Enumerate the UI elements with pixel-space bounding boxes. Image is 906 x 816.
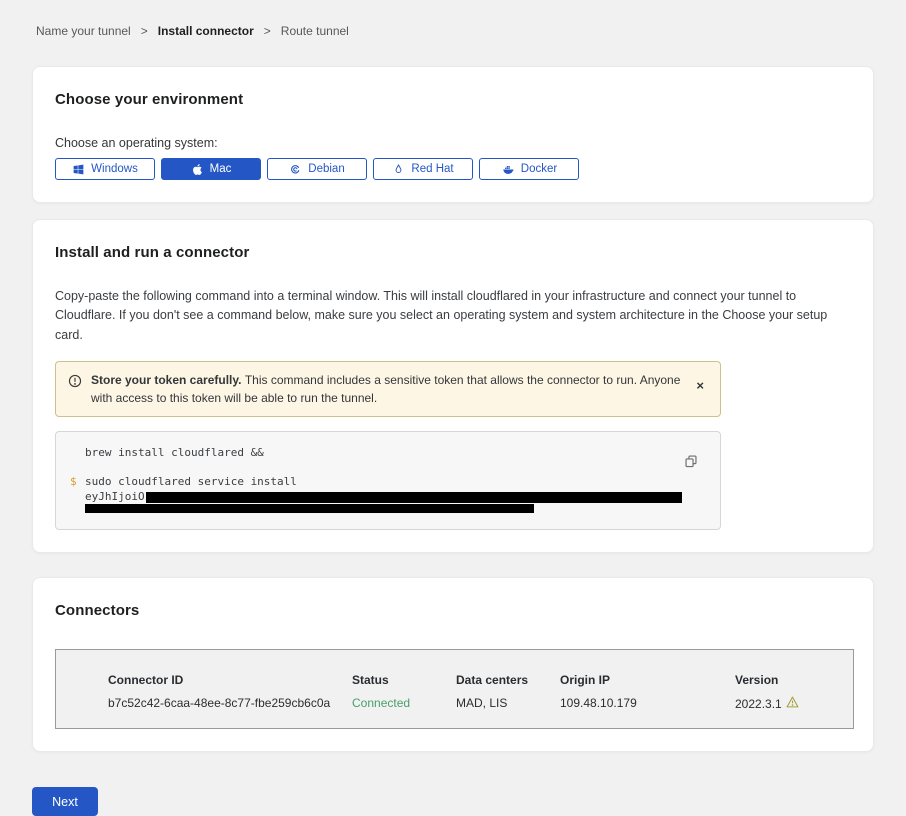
breadcrumb-step-install-connector[interactable]: Install connector bbox=[158, 24, 254, 38]
install-card-description: Copy-paste the following command into a … bbox=[55, 287, 851, 345]
os-button-group: Windows Mac Debian Red Hat Docker bbox=[55, 158, 851, 180]
os-button-label: Mac bbox=[210, 163, 232, 175]
token-redaction-bar bbox=[146, 492, 682, 503]
version-text: 2022.3.1 bbox=[735, 697, 782, 711]
status-badge: Connected bbox=[352, 696, 456, 711]
header-data-centers: Data centers bbox=[456, 673, 560, 687]
terminal-line-2: $ sudo cloudflared service install bbox=[70, 475, 704, 488]
cell-origin-ip: 109.48.10.179 bbox=[560, 696, 735, 711]
debian-icon bbox=[289, 163, 302, 176]
warning-triangle-icon bbox=[786, 696, 799, 711]
os-button-label: Docker bbox=[521, 163, 557, 175]
token-text: eyJhIjoiO bbox=[85, 490, 682, 503]
connectors-card: Connectors Connector ID Status Data cent… bbox=[32, 577, 874, 752]
breadcrumb-step-name-your-tunnel[interactable]: Name your tunnel bbox=[36, 24, 131, 38]
command-text: sudo cloudflared service install bbox=[85, 475, 297, 488]
redhat-icon bbox=[392, 163, 405, 176]
terminal-line-3: eyJhIjoiO bbox=[70, 490, 704, 503]
next-button[interactable]: Next bbox=[32, 787, 98, 816]
windows-icon bbox=[72, 163, 85, 176]
breadcrumb-separator: > bbox=[141, 24, 148, 38]
cell-version: 2022.3.1 bbox=[735, 696, 853, 711]
os-button-windows[interactable]: Windows bbox=[55, 158, 155, 180]
shell-prompt: $ bbox=[70, 475, 85, 488]
install-card-title: Install and run a connector bbox=[55, 244, 851, 261]
table-row: b7c52c42-6caa-48ee-8c77-fbe259cb6c0a Con… bbox=[56, 696, 853, 711]
os-button-mac[interactable]: Mac bbox=[161, 158, 261, 180]
header-version: Version bbox=[735, 673, 853, 687]
os-button-label: Debian bbox=[308, 163, 344, 175]
table-header-row: Connector ID Status Data centers Origin … bbox=[56, 673, 853, 687]
os-button-docker[interactable]: Docker bbox=[479, 158, 579, 180]
close-icon[interactable]: × bbox=[692, 379, 708, 392]
environment-card: Choose your environment Choose an operat… bbox=[32, 66, 874, 203]
cell-connector-id: b7c52c42-6caa-48ee-8c77-fbe259cb6c0a bbox=[108, 696, 352, 711]
install-command-terminal: brew install cloudflared && $ sudo cloud… bbox=[55, 431, 721, 530]
breadcrumb-separator: > bbox=[264, 24, 271, 38]
install-connector-card: Install and run a connector Copy-paste t… bbox=[32, 219, 874, 553]
cell-data-centers: MAD, LIS bbox=[456, 696, 560, 711]
breadcrumb-step-route-tunnel[interactable]: Route tunnel bbox=[281, 24, 349, 38]
token-redaction-bar bbox=[85, 504, 534, 513]
token-prefix: eyJhIjoiO bbox=[85, 490, 145, 503]
copy-icon[interactable] bbox=[684, 454, 698, 471]
header-status: Status bbox=[352, 673, 456, 687]
command-text: brew install cloudflared && bbox=[85, 446, 264, 459]
connectors-table: Connector ID Status Data centers Origin … bbox=[55, 649, 854, 729]
alert-title: Store your token carefully. bbox=[91, 373, 245, 387]
os-select-label: Choose an operating system: bbox=[55, 136, 851, 150]
terminal-line-4 bbox=[70, 503, 704, 513]
environment-card-title: Choose your environment bbox=[55, 91, 851, 108]
prompt-gutter bbox=[70, 446, 85, 459]
os-button-label: Windows bbox=[91, 163, 138, 175]
info-circle-icon bbox=[68, 374, 82, 393]
terminal-line-1: brew install cloudflared && bbox=[70, 446, 704, 459]
alert-text: Store your token carefully. This command… bbox=[91, 371, 683, 407]
os-button-label: Red Hat bbox=[411, 163, 453, 175]
apple-icon bbox=[191, 163, 204, 176]
os-button-redhat[interactable]: Red Hat bbox=[373, 158, 473, 180]
prompt-gutter bbox=[70, 490, 85, 503]
prompt-gutter bbox=[70, 503, 85, 513]
connectors-card-title: Connectors bbox=[55, 602, 851, 619]
os-button-debian[interactable]: Debian bbox=[267, 158, 367, 180]
docker-icon bbox=[501, 163, 515, 176]
token-warning-alert: Store your token carefully. This command… bbox=[55, 361, 721, 417]
header-origin-ip: Origin IP bbox=[560, 673, 735, 687]
breadcrumb: Name your tunnel > Install connector > R… bbox=[0, 0, 906, 38]
header-connector-id: Connector ID bbox=[108, 673, 352, 687]
